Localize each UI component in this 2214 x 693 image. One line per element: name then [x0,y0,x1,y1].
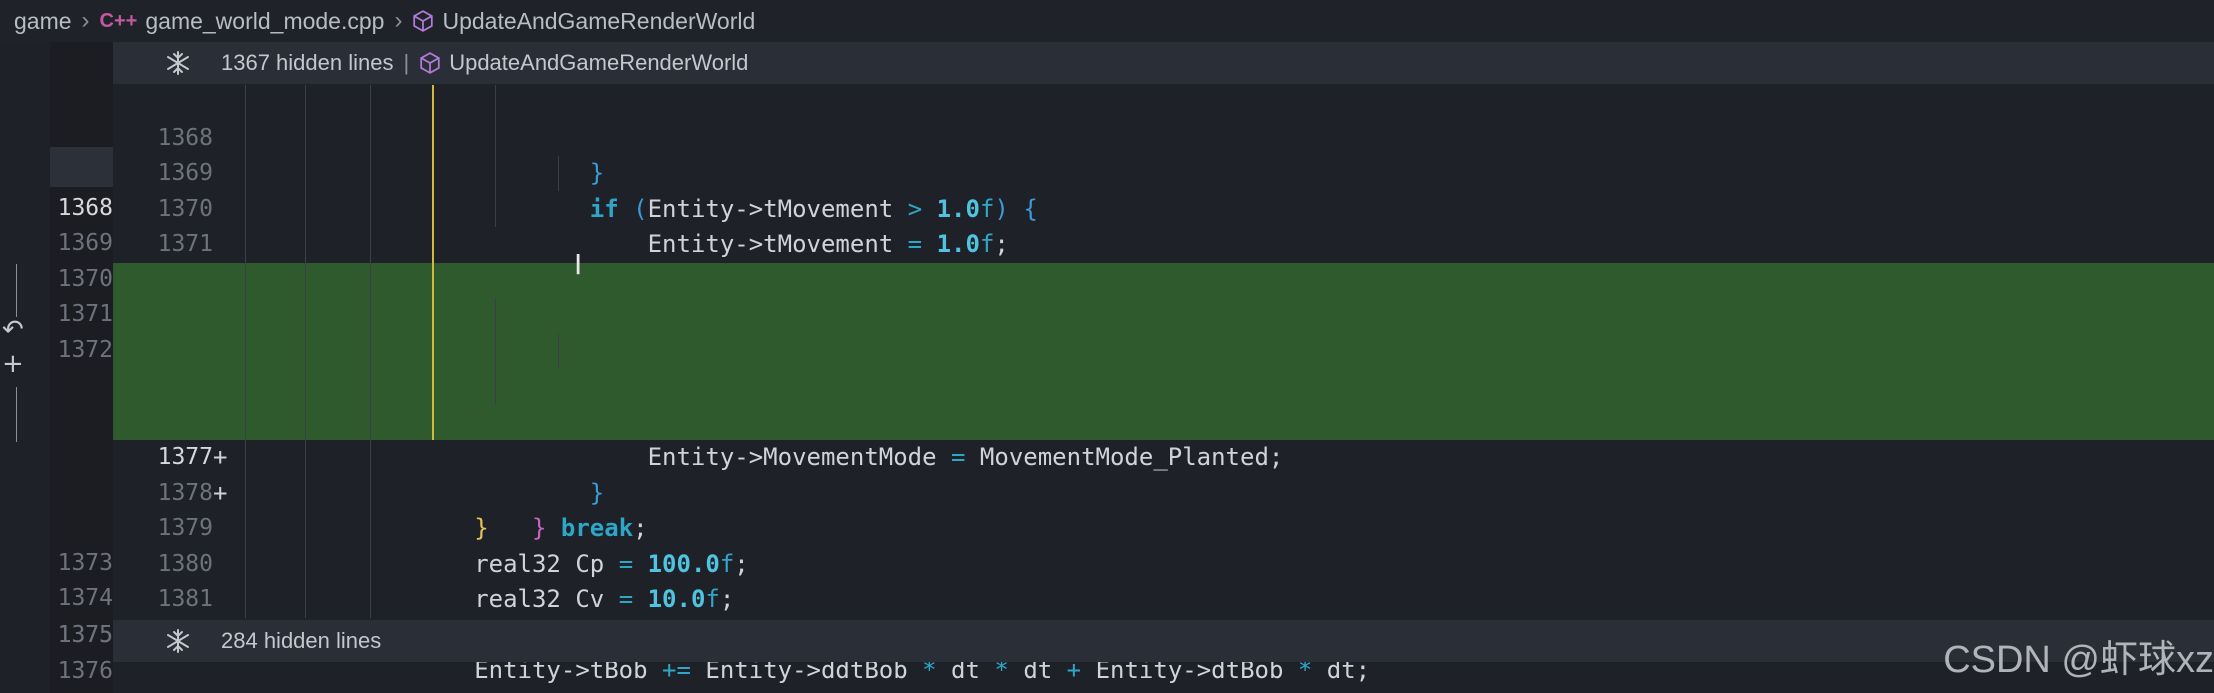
code-line: 1372 } break; [113,227,2214,330]
old-line-number: 1375 [57,622,113,648]
breadcrumb: game › C++ game_world_mode.cpp › UpdateA… [0,0,2214,42]
indent-guide [558,333,559,369]
code-line: 1371 } [113,192,2214,294]
old-line-number: 1376 [57,658,113,684]
method-cube-icon [413,10,434,32]
hidden-lines-bar-top[interactable]: 1367 hidden lines | UpdateAndGameRenderW… [113,42,2214,84]
indent-guide [305,85,306,618]
indent-guide [558,156,559,191]
code-line-added: 1377 + } break; [113,404,2214,542]
hidden-lines-label: 1367 hidden lines [221,50,394,75]
hidden-lines-label: 284 hidden lines [221,628,382,653]
method-cube-icon [420,52,440,74]
breadcrumb-file[interactable]: game_world_mode.cpp [145,8,384,35]
add-change-icon[interactable]: + [2,349,24,379]
indent-guide [245,85,246,618]
old-line-number: 1373 [57,550,113,576]
indent-guide [495,85,496,227]
old-gutter-placeholder [50,147,113,187]
old-line-number: 1371 [57,301,113,327]
code-line-added: 1375 + Entity->MovementMode = MovementMo… [113,333,2214,471]
text-cursor-icon: I [574,248,583,281]
expand-fold-icon[interactable] [165,628,191,654]
code-line-added: 1376 + } [113,369,2214,507]
diff-range-line [16,387,17,442]
expand-fold-icon[interactable] [165,50,191,76]
old-line-number: 1372 [57,337,113,363]
code-line: 1370 Entity->tMovement = 1.0f; [113,156,2214,259]
watermark: CSDN @虾球xz [1943,639,2214,681]
code-line: 1382 Entity->tBob += Entity->ddtBob * dt… [113,582,2214,685]
code-line: 1369 if (Entity->tMovement > 1.0f) { [113,121,2214,223]
indent-guide-active [432,85,434,440]
code-line: 1379 real32 Cp = 100.0f; [113,476,2214,578]
hidden-lines-symbol[interactable]: UpdateAndGameRenderWorld [449,50,748,76]
code-line-added: 1374 + if (Entity->tMovement >= 1.0f) { [113,298,2214,436]
revert-change-icon[interactable]: ↶ [2,315,24,345]
old-line-number: 1374 [57,585,113,611]
code-line: 1380 real32 Cv = 10.0f; [113,511,2214,614]
breadcrumb-folder[interactable]: game [14,8,72,35]
cpp-file-icon: C++ [99,9,138,32]
indent-guide [370,85,371,618]
old-line-number: 1369 [57,230,113,256]
code-line: 1368 } [113,85,2214,188]
code-line: 1378 } [113,440,2214,543]
chevron-right-icon: › [394,7,403,34]
old-line-number: 1368 [57,195,113,221]
chevron-right-icon: › [81,7,90,34]
diff-range-line [16,264,17,317]
code-line: 1381 Entity->ddtBob += Cp * (0.0f - Enti… [113,547,2214,649]
indent-guide [495,298,496,405]
old-line-number: 1370 [57,266,113,292]
code-line-added: 1373 + case MovementMode_AttackSwipe: { [113,262,2214,400]
breadcrumb-symbol[interactable]: UpdateAndGameRenderWorld [442,8,755,35]
hidden-lines-bar-bottom[interactable]: 284 hidden lines [113,620,2214,662]
bar-separator: | [403,50,410,75]
